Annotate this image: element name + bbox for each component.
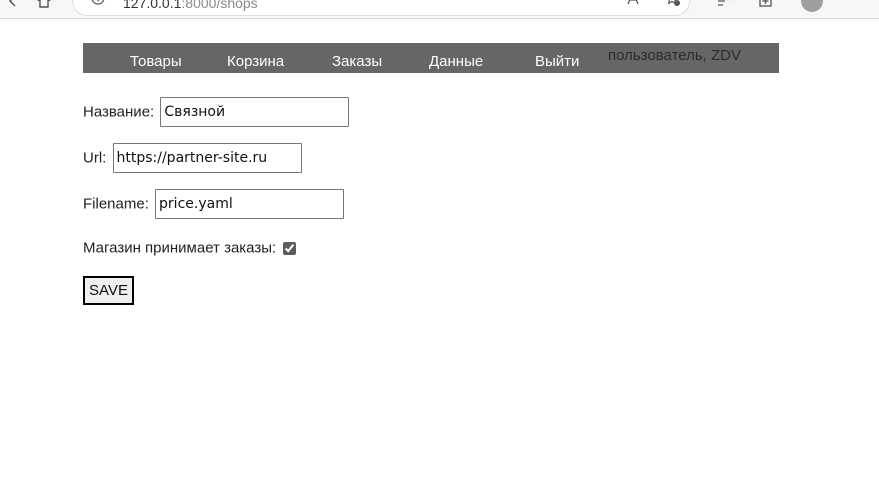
save-button[interactable]: SAVE — [83, 276, 134, 305]
url-input[interactable] — [112, 143, 302, 173]
browser-toolbar: 127.0.0.1:8000/shops — [0, 0, 879, 19]
nav-item-cart[interactable]: Корзина — [227, 53, 284, 70]
url-row: Url: — [83, 143, 302, 173]
nav-item-orders[interactable]: Заказы — [332, 53, 382, 70]
name-label: Название: — [83, 103, 155, 121]
back-icon[interactable] — [6, 0, 20, 13]
main-nav: Товары Корзина Заказы Данные Выйти польз… — [83, 43, 779, 73]
accepts-orders-row: Магазин принимает заказы: — [83, 239, 297, 257]
url-label: Url: — [83, 149, 107, 167]
nav-item-logout[interactable]: Выйти — [535, 53, 579, 70]
filename-input[interactable] — [155, 189, 345, 219]
collections-icon[interactable] — [758, 0, 774, 13]
url-text: 127.0.0.1:8000/shops — [123, 0, 258, 11]
nav-item-products[interactable]: Товары — [130, 53, 182, 70]
info-icon[interactable] — [91, 0, 105, 10]
profile-avatar[interactable] — [801, 0, 823, 12]
home-icon[interactable] — [36, 0, 52, 13]
accepts-orders-label: Магазин принимает заказы: — [83, 239, 277, 257]
name-row: Название: — [83, 97, 350, 127]
add-favorite-icon[interactable] — [665, 0, 681, 12]
filename-label: Filename: — [83, 195, 149, 213]
more-options-icon[interactable] — [850, 0, 866, 13]
favorites-icon[interactable] — [716, 0, 732, 13]
accepts-orders-checkbox[interactable] — [283, 241, 297, 255]
read-aloud-icon[interactable] — [626, 0, 640, 10]
address-bar[interactable]: 127.0.0.1:8000/shops — [72, 0, 690, 16]
current-user-label: пользователь, ZDV — [608, 47, 742, 64]
nav-item-data[interactable]: Данные — [429, 53, 483, 70]
name-input[interactable] — [160, 97, 350, 127]
filename-row: Filename: — [83, 189, 345, 219]
